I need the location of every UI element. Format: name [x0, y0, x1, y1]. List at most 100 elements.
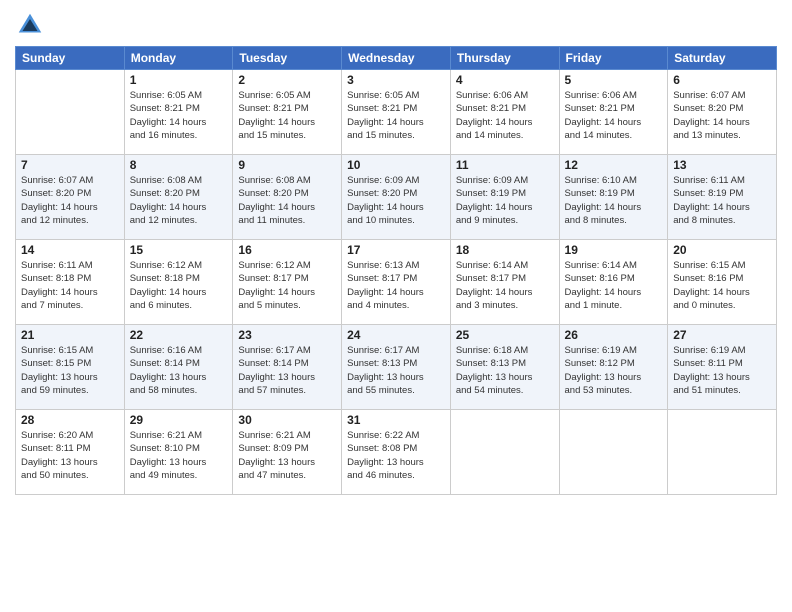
weekday-header-monday: Monday — [124, 47, 233, 70]
day-info: Sunrise: 6:08 AMSunset: 8:20 PMDaylight:… — [238, 174, 336, 227]
calendar-cell: 26 Sunrise: 6:19 AMSunset: 8:12 PMDayligh… — [559, 325, 668, 410]
day-number: 9 — [238, 158, 336, 172]
day-info: Sunrise: 6:15 AMSunset: 8:15 PMDaylight:… — [21, 344, 119, 397]
day-number: 8 — [130, 158, 228, 172]
calendar-cell: 18 Sunrise: 6:14 AMSunset: 8:17 PMDayligh… — [450, 240, 559, 325]
header — [15, 10, 777, 40]
day-number: 20 — [673, 243, 771, 257]
day-number: 24 — [347, 328, 445, 342]
day-number: 25 — [456, 328, 554, 342]
weekday-header-tuesday: Tuesday — [233, 47, 342, 70]
day-number: 4 — [456, 73, 554, 87]
day-info: Sunrise: 6:12 AMSunset: 8:18 PMDaylight:… — [130, 259, 228, 312]
day-info: Sunrise: 6:14 AMSunset: 8:17 PMDaylight:… — [456, 259, 554, 312]
week-row-4: 21 Sunrise: 6:15 AMSunset: 8:15 PMDayligh… — [16, 325, 777, 410]
weekday-header-thursday: Thursday — [450, 47, 559, 70]
calendar-cell: 27 Sunrise: 6:19 AMSunset: 8:11 PMDayligh… — [668, 325, 777, 410]
day-number: 14 — [21, 243, 119, 257]
day-number: 7 — [21, 158, 119, 172]
calendar-table: SundayMondayTuesdayWednesdayThursdayFrid… — [15, 46, 777, 495]
day-info: Sunrise: 6:16 AMSunset: 8:14 PMDaylight:… — [130, 344, 228, 397]
day-number: 13 — [673, 158, 771, 172]
page: SundayMondayTuesdayWednesdayThursdayFrid… — [0, 0, 792, 612]
weekday-header-row: SundayMondayTuesdayWednesdayThursdayFrid… — [16, 47, 777, 70]
calendar-cell: 9 Sunrise: 6:08 AMSunset: 8:20 PMDaylight… — [233, 155, 342, 240]
day-info: Sunrise: 6:07 AMSunset: 8:20 PMDaylight:… — [673, 89, 771, 142]
calendar-cell: 13 Sunrise: 6:11 AMSunset: 8:19 PMDayligh… — [668, 155, 777, 240]
day-number: 22 — [130, 328, 228, 342]
logo — [15, 10, 49, 40]
calendar-cell: 5 Sunrise: 6:06 AMSunset: 8:21 PMDaylight… — [559, 70, 668, 155]
calendar-cell: 19 Sunrise: 6:14 AMSunset: 8:16 PMDayligh… — [559, 240, 668, 325]
day-info: Sunrise: 6:20 AMSunset: 8:11 PMDaylight:… — [21, 429, 119, 482]
day-info: Sunrise: 6:08 AMSunset: 8:20 PMDaylight:… — [130, 174, 228, 227]
calendar-cell: 22 Sunrise: 6:16 AMSunset: 8:14 PMDayligh… — [124, 325, 233, 410]
day-number: 15 — [130, 243, 228, 257]
calendar-cell: 28 Sunrise: 6:20 AMSunset: 8:11 PMDayligh… — [16, 410, 125, 495]
day-number: 21 — [21, 328, 119, 342]
day-info: Sunrise: 6:17 AMSunset: 8:14 PMDaylight:… — [238, 344, 336, 397]
day-info: Sunrise: 6:11 AMSunset: 8:18 PMDaylight:… — [21, 259, 119, 312]
day-info: Sunrise: 6:19 AMSunset: 8:12 PMDaylight:… — [565, 344, 663, 397]
day-number: 19 — [565, 243, 663, 257]
day-info: Sunrise: 6:12 AMSunset: 8:17 PMDaylight:… — [238, 259, 336, 312]
day-number: 1 — [130, 73, 228, 87]
calendar-cell: 30 Sunrise: 6:21 AMSunset: 8:09 PMDayligh… — [233, 410, 342, 495]
weekday-header-wednesday: Wednesday — [342, 47, 451, 70]
calendar-cell: 1 Sunrise: 6:05 AMSunset: 8:21 PMDaylight… — [124, 70, 233, 155]
calendar-cell: 16Sunrise: 6:12 AMSunset: 8:17 PMDayligh… — [233, 240, 342, 325]
calendar-cell: 17 Sunrise: 6:13 AMSunset: 8:17 PMDayligh… — [342, 240, 451, 325]
day-info: Sunrise: 6:05 AMSunset: 8:21 PMDaylight:… — [347, 89, 445, 142]
calendar-cell: 21 Sunrise: 6:15 AMSunset: 8:15 PMDayligh… — [16, 325, 125, 410]
logo-icon — [15, 10, 45, 40]
day-info: Sunrise: 6:19 AMSunset: 8:11 PMDaylight:… — [673, 344, 771, 397]
day-number: 18 — [456, 243, 554, 257]
calendar-cell: 4Sunrise: 6:06 AMSunset: 8:21 PMDaylight… — [450, 70, 559, 155]
weekday-header-saturday: Saturday — [668, 47, 777, 70]
day-number: 17 — [347, 243, 445, 257]
day-info: Sunrise: 6:05 AMSunset: 8:21 PMDaylight:… — [238, 89, 336, 142]
weekday-header-friday: Friday — [559, 47, 668, 70]
calendar-cell: 8 Sunrise: 6:08 AMSunset: 8:20 PMDaylight… — [124, 155, 233, 240]
day-number: 30 — [238, 413, 336, 427]
day-info: Sunrise: 6:09 AMSunset: 8:19 PMDaylight:… — [456, 174, 554, 227]
day-number: 3 — [347, 73, 445, 87]
day-number: 29 — [130, 413, 228, 427]
calendar-cell: 6Sunrise: 6:07 AMSunset: 8:20 PMDaylight… — [668, 70, 777, 155]
day-info: Sunrise: 6:05 AMSunset: 8:21 PMDaylight:… — [130, 89, 228, 142]
calendar-cell: 3 Sunrise: 6:05 AMSunset: 8:21 PMDaylight… — [342, 70, 451, 155]
day-info: Sunrise: 6:11 AMSunset: 8:19 PMDaylight:… — [673, 174, 771, 227]
calendar-cell — [668, 410, 777, 495]
day-info: Sunrise: 6:21 AMSunset: 8:10 PMDaylight:… — [130, 429, 228, 482]
day-number: 28 — [21, 413, 119, 427]
day-info: Sunrise: 6:13 AMSunset: 8:17 PMDaylight:… — [347, 259, 445, 312]
day-number: 26 — [565, 328, 663, 342]
calendar-cell — [559, 410, 668, 495]
week-row-1: 1 Sunrise: 6:05 AMSunset: 8:21 PMDaylight… — [16, 70, 777, 155]
day-info: Sunrise: 6:21 AMSunset: 8:09 PMDaylight:… — [238, 429, 336, 482]
calendar-cell: 24 Sunrise: 6:17 AMSunset: 8:13 PMDayligh… — [342, 325, 451, 410]
calendar-cell: 20 Sunrise: 6:15 AMSunset: 8:16 PMDayligh… — [668, 240, 777, 325]
day-info: Sunrise: 6:09 AMSunset: 8:20 PMDaylight:… — [347, 174, 445, 227]
day-info: Sunrise: 6:15 AMSunset: 8:16 PMDaylight:… — [673, 259, 771, 312]
day-info: Sunrise: 6:10 AMSunset: 8:19 PMDaylight:… — [565, 174, 663, 227]
week-row-3: 14 Sunrise: 6:11 AMSunset: 8:18 PMDayligh… — [16, 240, 777, 325]
day-info: Sunrise: 6:14 AMSunset: 8:16 PMDaylight:… — [565, 259, 663, 312]
day-info: Sunrise: 6:06 AMSunset: 8:21 PMDaylight:… — [565, 89, 663, 142]
day-number: 12 — [565, 158, 663, 172]
day-number: 5 — [565, 73, 663, 87]
day-info: Sunrise: 6:17 AMSunset: 8:13 PMDaylight:… — [347, 344, 445, 397]
calendar-cell: 12 Sunrise: 6:10 AMSunset: 8:19 PMDayligh… — [559, 155, 668, 240]
weekday-header-sunday: Sunday — [16, 47, 125, 70]
calendar-cell — [16, 70, 125, 155]
day-info: Sunrise: 6:07 AMSunset: 8:20 PMDaylight:… — [21, 174, 119, 227]
week-row-5: 28 Sunrise: 6:20 AMSunset: 8:11 PMDayligh… — [16, 410, 777, 495]
day-number: 10 — [347, 158, 445, 172]
calendar-cell: 25 Sunrise: 6:18 AMSunset: 8:13 PMDayligh… — [450, 325, 559, 410]
calendar-cell: 14 Sunrise: 6:11 AMSunset: 8:18 PMDayligh… — [16, 240, 125, 325]
day-info: Sunrise: 6:18 AMSunset: 8:13 PMDaylight:… — [456, 344, 554, 397]
day-number: 27 — [673, 328, 771, 342]
calendar-cell: 2Sunrise: 6:05 AMSunset: 8:21 PMDaylight… — [233, 70, 342, 155]
calendar-cell: 11Sunrise: 6:09 AMSunset: 8:19 PMDayligh… — [450, 155, 559, 240]
day-number: 23 — [238, 328, 336, 342]
